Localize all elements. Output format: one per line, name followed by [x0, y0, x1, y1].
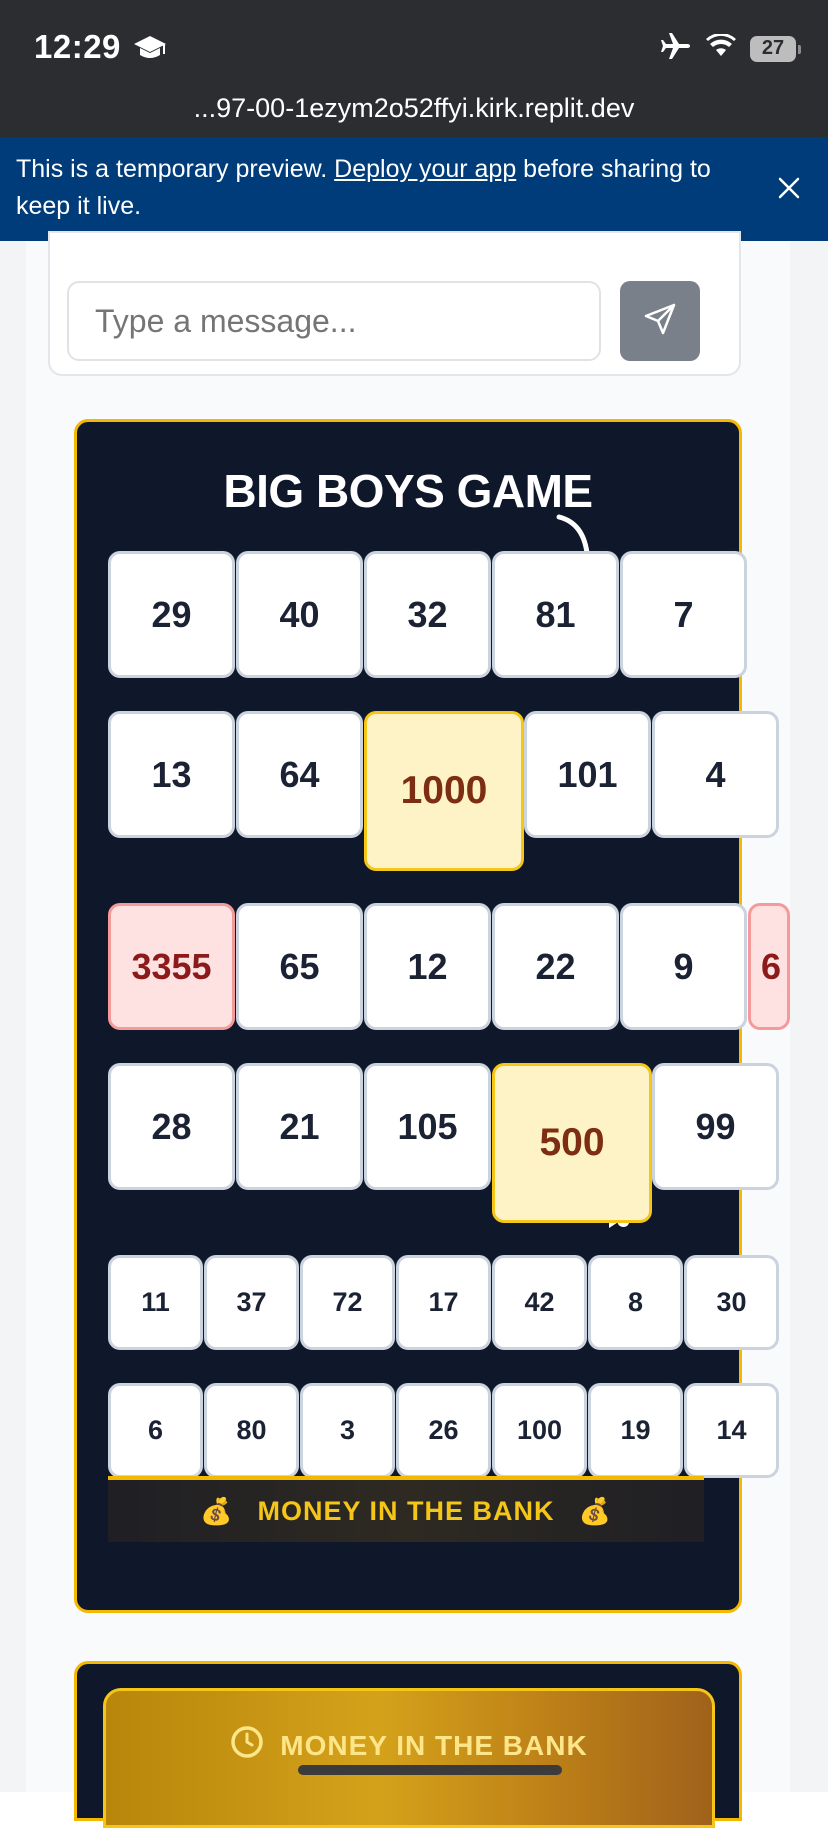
money-bag-icon: 💰 [578, 1495, 612, 1526]
number-tile[interactable]: 29 [108, 551, 235, 678]
number-tile[interactable]: 17 [396, 1255, 491, 1350]
number-tile[interactable]: 37 [204, 1255, 299, 1350]
message-input[interactable] [67, 281, 601, 361]
page-body: BIG BOYS GAME 29 40 32 81 7 13 64 1000 1… [0, 231, 828, 1828]
prize-tile[interactable]: 1000 [364, 711, 524, 871]
bank-card-inner: MONEY IN THE BANK [103, 1688, 715, 1828]
deploy-app-link[interactable]: Deploy your app [334, 155, 516, 183]
number-tile[interactable]: 14 [684, 1383, 779, 1478]
number-tile[interactable]: 105 [364, 1063, 491, 1190]
number-tile[interactable]: 19 [588, 1383, 683, 1478]
money-in-bank-strip: 💰 MONEY IN THE BANK 💰 [108, 1476, 704, 1542]
number-tile[interactable]: 30 [684, 1255, 779, 1350]
status-indicators: 27 [660, 32, 801, 65]
bank-card-header: MONEY IN THE BANK [106, 1725, 712, 1766]
close-icon[interactable] [776, 175, 802, 201]
airplane-mode-icon [660, 32, 692, 65]
number-tile[interactable]: 40 [236, 551, 363, 678]
number-tile[interactable]: 22 [492, 903, 619, 1030]
send-icon [643, 302, 677, 341]
money-bag-icon: 💰 [200, 1495, 234, 1526]
number-tile[interactable]: 21 [236, 1063, 363, 1190]
send-button[interactable] [620, 281, 700, 361]
address-bar[interactable]: ...97-00-1ezym2o52ffyi.kirk.replit.dev [0, 92, 828, 137]
number-tile[interactable]: 6 [108, 1383, 203, 1478]
bank-card-title: MONEY IN THE BANK [280, 1729, 588, 1761]
number-tile[interactable]: 32 [364, 551, 491, 678]
number-tile[interactable]: 101 [524, 711, 651, 838]
preview-banner: This is a temporary preview. Deploy your… [0, 137, 828, 241]
bank-card: MONEY IN THE BANK [74, 1661, 742, 1828]
number-tile[interactable]: 11 [108, 1255, 203, 1350]
number-tile[interactable]: 99 [652, 1063, 779, 1190]
number-tile[interactable]: 81 [492, 551, 619, 678]
number-tile[interactable]: 12 [364, 903, 491, 1030]
number-tile[interactable]: 28 [108, 1063, 235, 1190]
number-tile[interactable]: 13 [108, 711, 235, 838]
number-tile[interactable]: 80 [204, 1383, 299, 1478]
banner-text-before: This is a temporary preview. [16, 155, 335, 183]
clock-icon [230, 1725, 264, 1766]
number-tile[interactable]: 72 [300, 1255, 395, 1350]
highlight-tile[interactable]: 3355 [108, 903, 235, 1030]
wifi-icon [706, 33, 736, 63]
status-bar: 12:29 27 [0, 0, 828, 92]
number-tile[interactable]: 42 [492, 1255, 587, 1350]
number-tile[interactable]: 100 [492, 1383, 587, 1478]
game-board: BIG BOYS GAME 29 40 32 81 7 13 64 1000 1… [74, 419, 790, 1613]
graduation-cap-icon [133, 34, 167, 67]
number-tile[interactable]: 8 [588, 1255, 683, 1350]
chat-card [48, 231, 741, 376]
number-tile[interactable]: 26 [396, 1383, 491, 1478]
number-tile[interactable]: 9 [620, 903, 747, 1030]
number-tile[interactable]: 64 [236, 711, 363, 838]
number-tile[interactable]: 4 [652, 711, 779, 838]
number-tile[interactable]: 65 [236, 903, 363, 1030]
game-title: BIG BOYS GAME [223, 465, 593, 517]
battery-icon: 27 [750, 35, 801, 62]
status-time: 12:29 [34, 28, 121, 65]
home-indicator[interactable] [298, 1765, 562, 1775]
bank-label: MONEY IN THE BANK [257, 1495, 555, 1526]
prize-tile[interactable]: 500 [492, 1063, 652, 1223]
number-tile[interactable]: 3 [300, 1383, 395, 1478]
highlight-tile[interactable]: 6 [748, 903, 790, 1030]
number-tile[interactable]: 7 [620, 551, 747, 678]
